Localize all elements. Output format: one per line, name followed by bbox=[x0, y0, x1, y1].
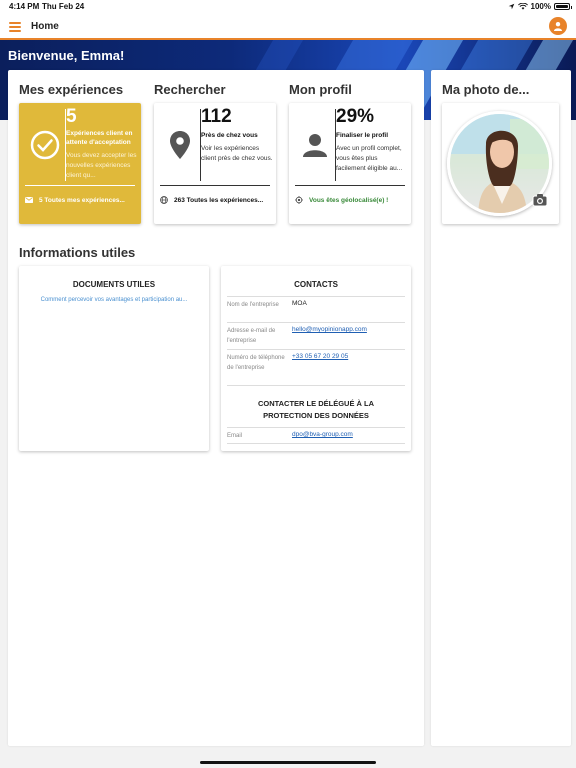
nearby-count: 112 bbox=[201, 106, 232, 127]
mail-icon bbox=[25, 197, 33, 203]
documents-heading: DOCUMENTS UTILES bbox=[72, 280, 156, 289]
section-title-experiences: Mes expériences bbox=[19, 82, 124, 97]
status-bar: 4:14 PM Thu Feb 24 100% bbox=[0, 0, 576, 14]
home-indicator[interactable] bbox=[200, 761, 376, 764]
location-pin-icon bbox=[160, 125, 200, 165]
search-subtitle: Près de chez vous bbox=[201, 132, 258, 139]
dpo-heading: CONTACTER LE DÉLÉGUÉ À LA PROTECTION DES… bbox=[257, 399, 375, 420]
company-phone-link[interactable]: +33 05 67 20 29 05 bbox=[292, 353, 348, 360]
contact-row-dpo-email: Email dpo@bva-group.com bbox=[227, 427, 405, 443]
contact-separator bbox=[227, 443, 405, 444]
wifi-icon bbox=[517, 3, 528, 10]
section-title-photo: Ma photo de... bbox=[442, 82, 530, 97]
section-title-info: Informations utiles bbox=[19, 245, 136, 260]
dpo-email-link[interactable]: dpo@bva-group.com bbox=[292, 431, 353, 438]
search-footer-label: 263 Toutes les expériences... bbox=[174, 196, 264, 204]
section-title-profile: Mon profil bbox=[289, 82, 352, 97]
profile-subtitle: Finaliser le profil bbox=[336, 132, 389, 139]
contact-label: Adresse e-mail de l'entreprise bbox=[227, 328, 276, 344]
geolocation-status[interactable]: Vous êtes géolocalisé(e) ! bbox=[295, 193, 405, 207]
profile-card[interactable]: 29% Finaliser le profil Avec un profil c… bbox=[289, 103, 411, 224]
geolocation-icon bbox=[295, 196, 303, 204]
battery-percent: 100% bbox=[530, 2, 551, 11]
contact-row-company: Nom de l'entreprise MOA bbox=[227, 296, 405, 322]
welcome-text: Bienvenue, Emma! bbox=[8, 48, 125, 63]
person-icon bbox=[295, 125, 335, 165]
contact-label: Email bbox=[227, 433, 243, 439]
page-title: Home bbox=[31, 21, 59, 32]
status-indicators: 100% bbox=[508, 2, 572, 11]
contact-value: MOA bbox=[292, 300, 307, 307]
location-arrow-icon bbox=[508, 3, 514, 10]
card-divider bbox=[160, 185, 270, 186]
contact-row-email: Adresse e-mail de l'entreprise hello@myo… bbox=[227, 322, 405, 349]
card-divider bbox=[295, 185, 405, 186]
nav-bar: Home bbox=[0, 14, 576, 40]
all-experiences-search-link[interactable]: 263 Toutes les expériences... bbox=[160, 193, 270, 207]
section-title-search: Rechercher bbox=[154, 82, 226, 97]
profile-desc: Avec un profil complet, vous êtes plus f… bbox=[336, 145, 403, 172]
user-account-button[interactable] bbox=[549, 17, 567, 35]
profile-completion: 29% bbox=[336, 106, 375, 127]
contact-row-phone: Numéro de téléphone de l'entreprise +33 … bbox=[227, 349, 405, 385]
experiences-card[interactable]: 5 Expériences client en attente d'accept… bbox=[19, 103, 141, 224]
pending-experiences-count: 5 bbox=[66, 106, 77, 127]
search-desc: Voir les expériences client près de chez… bbox=[201, 145, 273, 162]
contact-label: Nom de l'entreprise bbox=[227, 302, 279, 308]
profile-footer-label: Vous êtes géolocalisé(e) ! bbox=[309, 196, 389, 204]
contacts-card: CONTACTS Nom de l'entreprise MOA Adresse… bbox=[221, 266, 411, 451]
all-experiences-link[interactable]: 5 Toutes mes expériences... bbox=[25, 193, 135, 207]
contact-label: Numéro de téléphone de l'entreprise bbox=[227, 355, 285, 371]
company-email-link[interactable]: hello@myopinionapp.com bbox=[292, 326, 367, 333]
contact-separator bbox=[227, 385, 405, 386]
menu-icon[interactable] bbox=[9, 22, 21, 32]
camera-icon[interactable] bbox=[532, 193, 548, 207]
status-date: Thu Feb 24 bbox=[42, 2, 85, 11]
user-icon bbox=[554, 22, 562, 31]
document-link[interactable]: Comment percevoir vos avantages et parti… bbox=[19, 297, 209, 303]
card-divider bbox=[25, 185, 135, 186]
experiences-subtitle: Expériences client en attente d'acceptat… bbox=[66, 130, 133, 146]
contacts-heading: CONTACTS bbox=[294, 280, 338, 289]
battery-icon bbox=[554, 3, 572, 10]
documents-card: DOCUMENTS UTILES Comment percevoir vos a… bbox=[19, 266, 209, 451]
experiences-desc: Vous devez accepter les nouvelles expéri… bbox=[66, 152, 137, 179]
profile-photo-card[interactable] bbox=[442, 103, 559, 224]
globe-icon bbox=[160, 196, 168, 204]
experiences-footer-label: 5 Toutes mes expériences... bbox=[39, 196, 125, 204]
search-card[interactable]: 112 Près de chez vous Voir les expérienc… bbox=[154, 103, 276, 224]
check-circle-icon bbox=[25, 125, 65, 165]
status-time: 4:14 PM bbox=[9, 2, 40, 11]
